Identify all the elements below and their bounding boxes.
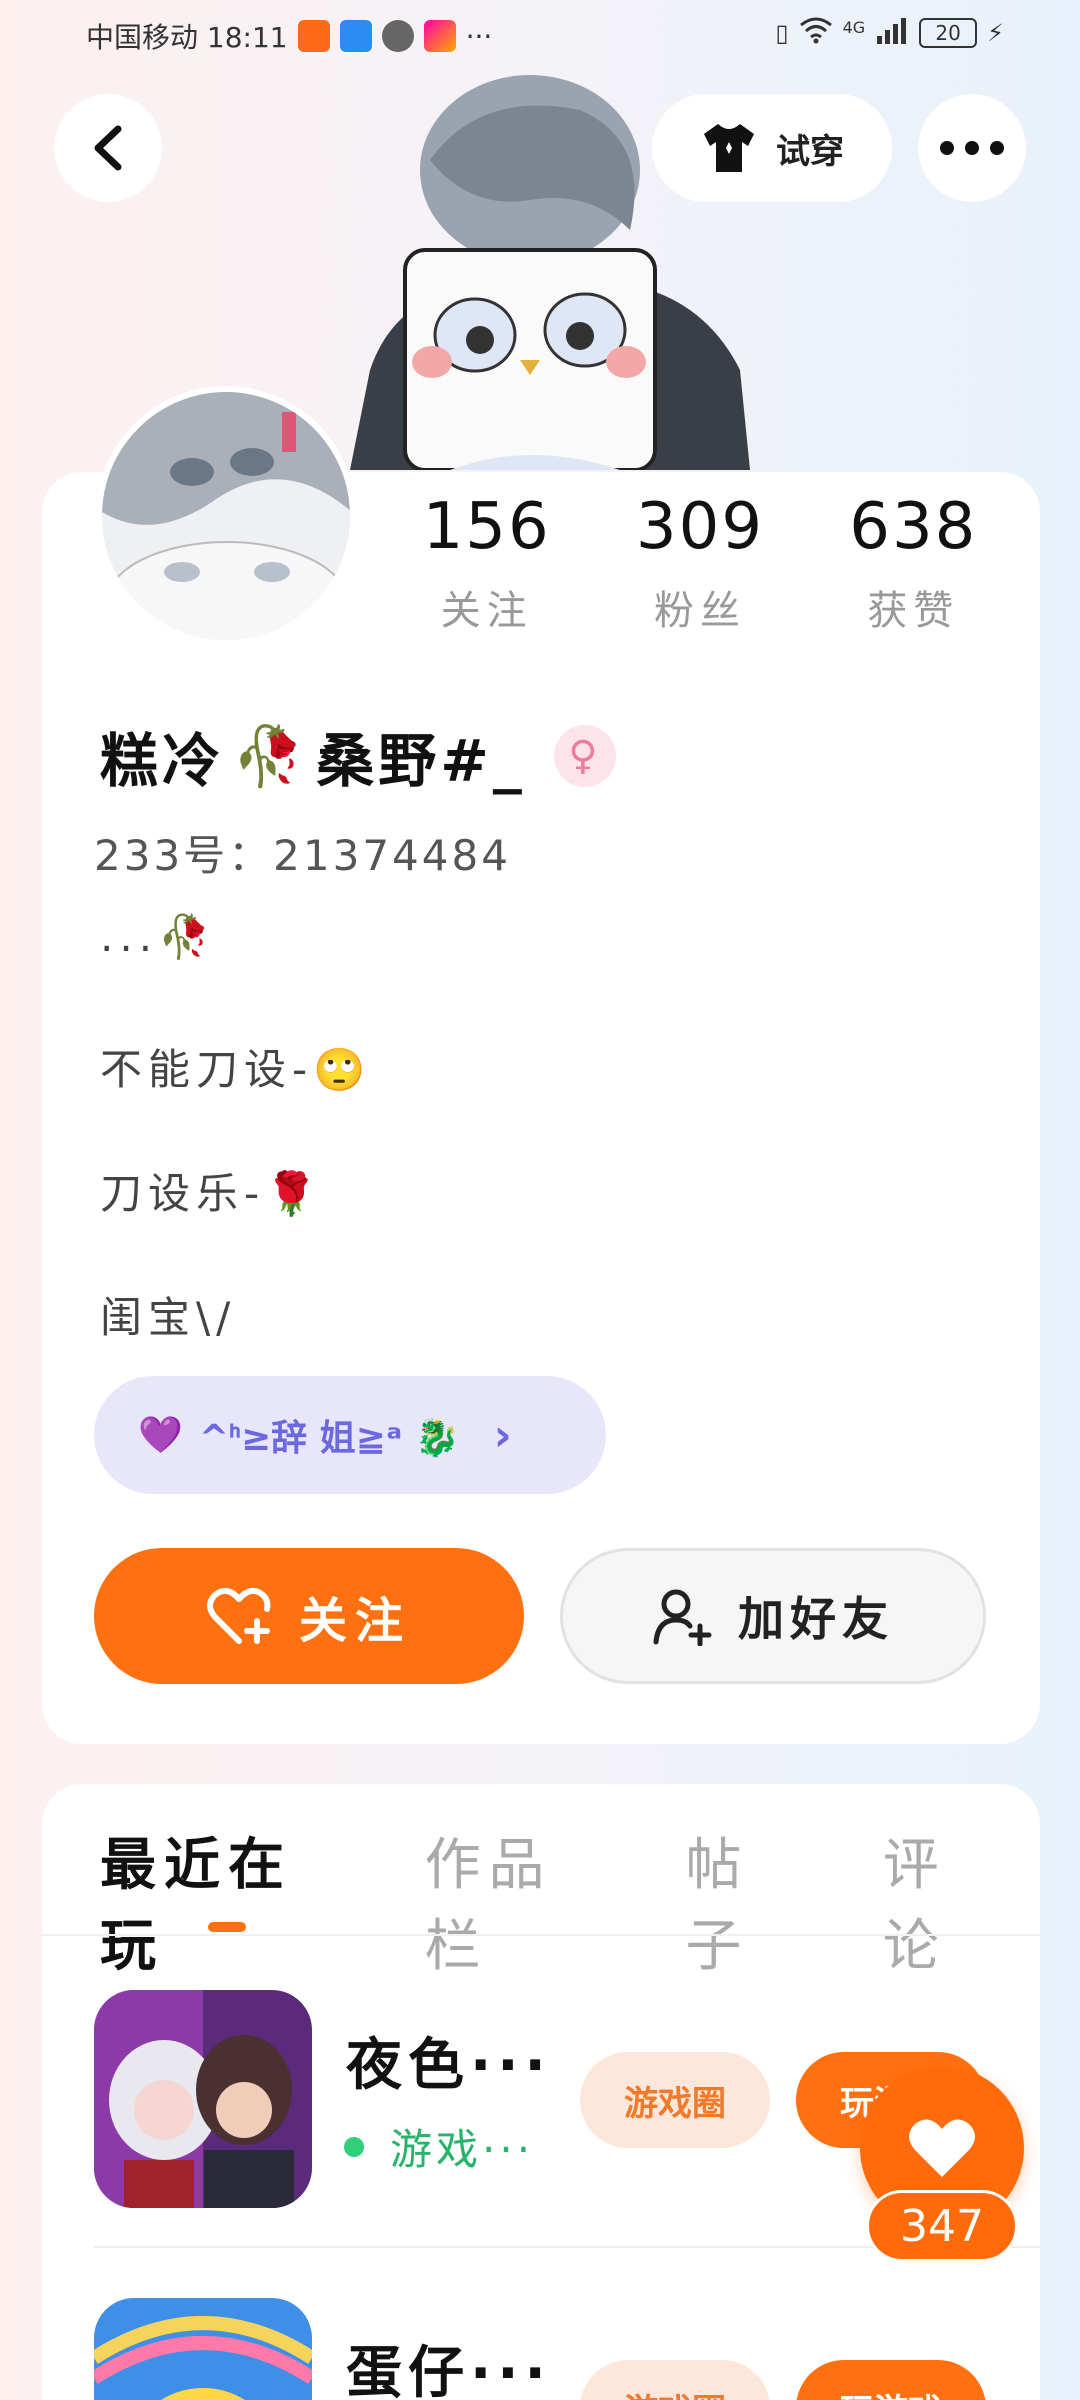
relationship-tag-text: ^ᑋ≥辞 姐≧ᵃ 🐉 — [198, 1418, 460, 1459]
follow-button[interactable]: 关注 — [94, 1548, 524, 1684]
chevron-left-icon — [94, 125, 122, 171]
back-button[interactable] — [54, 94, 162, 202]
user-id[interactable]: 233号：21374484 — [94, 822, 511, 883]
online-dot-icon — [344, 2136, 364, 2157]
bio-line-2: 不能刀设-🙄 — [100, 1045, 372, 1094]
followers-stat[interactable]: 309 粉丝 — [593, 490, 806, 636]
status-bar-left: 中国移动 18:11 ··· — [86, 16, 492, 56]
game-row[interactable]: 蛋仔··· 游戏圈 玩游戏 — [94, 2298, 1040, 2400]
tab-recently-played[interactable]: 最近在玩 — [100, 1820, 355, 1982]
likes-label: 获赞 — [867, 588, 960, 634]
likes-count: 638 — [849, 490, 978, 564]
game-name: 蛋仔··· — [346, 2341, 552, 2400]
heart-plus-icon — [207, 1587, 271, 1644]
try-on-label: 试穿 — [776, 131, 844, 172]
battery-indicator: 20 — [919, 18, 978, 48]
follow-label: 关注 — [298, 1593, 411, 1649]
add-friend-button[interactable]: 加好友 — [560, 1548, 986, 1684]
likes-stat[interactable]: 638 获赞 — [807, 490, 1020, 636]
notification-icon — [297, 20, 330, 52]
like-count: 347 — [866, 2190, 1018, 2262]
game-circle-button[interactable]: 游戏圈 — [580, 2052, 770, 2148]
carrier-time: 中国移动 18:11 — [86, 21, 288, 54]
profile-tabs: 最近在玩 作品栏 帖子 评论 — [100, 1820, 1080, 1982]
tab-works[interactable]: 作品栏 — [425, 1820, 616, 1982]
game-icon[interactable] — [94, 2298, 312, 2400]
charging-icon: ⚡ — [987, 19, 1004, 47]
heart-icon: 💜 — [138, 1415, 183, 1456]
app-icon — [423, 20, 456, 52]
add-friend-label: 加好友 — [738, 1592, 894, 1646]
tab-posts[interactable]: 帖子 — [685, 1820, 812, 1982]
wifi-icon — [799, 16, 833, 50]
game-circle-button[interactable]: 游戏圈 — [580, 2360, 770, 2400]
followers-count: 309 — [635, 490, 765, 564]
network-label: 4G — [842, 17, 866, 37]
relationship-tag[interactable]: 💜 ^ᑋ≥辞 姐≧ᵃ 🐉 › — [94, 1376, 606, 1494]
wechat-icon — [381, 20, 414, 52]
game-status: 游戏··· — [344, 2116, 534, 2177]
heart-icon — [909, 2119, 975, 2177]
tab-active-indicator — [208, 1922, 246, 1932]
nickname: 糕冷 🥀 桑野#_ ♀ — [100, 714, 616, 798]
signal-icon — [875, 16, 909, 50]
bio-line-4: 闺宝\/ — [100, 1293, 237, 1342]
following-stat[interactable]: 156 关注 — [380, 490, 593, 636]
add-user-icon — [653, 1589, 712, 1646]
more-notifications: ··· — [465, 19, 493, 53]
game-name: 夜色··· — [346, 2033, 552, 2098]
status-bar-right: ▯ 4G 20 ⚡ — [775, 16, 1004, 50]
try-on-button[interactable]: 试穿 — [652, 94, 892, 202]
vibrate-icon: ▯ — [775, 19, 789, 47]
bio-line-3: 刀设乐-🌹 — [100, 1169, 324, 1218]
game-status-text: 游戏··· — [390, 2125, 535, 2174]
female-gender-icon: ♀ — [553, 725, 616, 787]
play-game-button[interactable]: 玩游戏 — [796, 2360, 986, 2400]
following-count: 156 — [422, 490, 551, 564]
more-options-button[interactable] — [918, 94, 1026, 202]
avatar[interactable] — [96, 386, 356, 646]
shirt-icon — [704, 124, 754, 172]
status-bar: 中国移动 18:11 ··· ▯ 4G 20 ⚡ — [0, 0, 1080, 72]
nickname-part-a: 糕冷 — [100, 727, 225, 795]
bio-line-1: ...🥀 — [100, 912, 217, 961]
game-icon[interactable] — [94, 1990, 312, 2208]
profile-stats: 156 关注 309 粉丝 638 获赞 — [380, 490, 1020, 636]
more-dots-icon — [940, 141, 1004, 155]
following-label: 关注 — [440, 588, 533, 634]
tab-divider — [42, 1934, 1040, 1936]
cloud-app-icon — [339, 20, 372, 52]
rose-emoji: 🥀 — [232, 721, 309, 790]
nickname-part-b: 桑野#_ — [316, 727, 526, 795]
followers-label: 粉丝 — [653, 588, 746, 634]
chevron-right-icon: › — [493, 1409, 512, 1461]
tab-comments[interactable]: 评论 — [883, 1820, 1010, 1982]
